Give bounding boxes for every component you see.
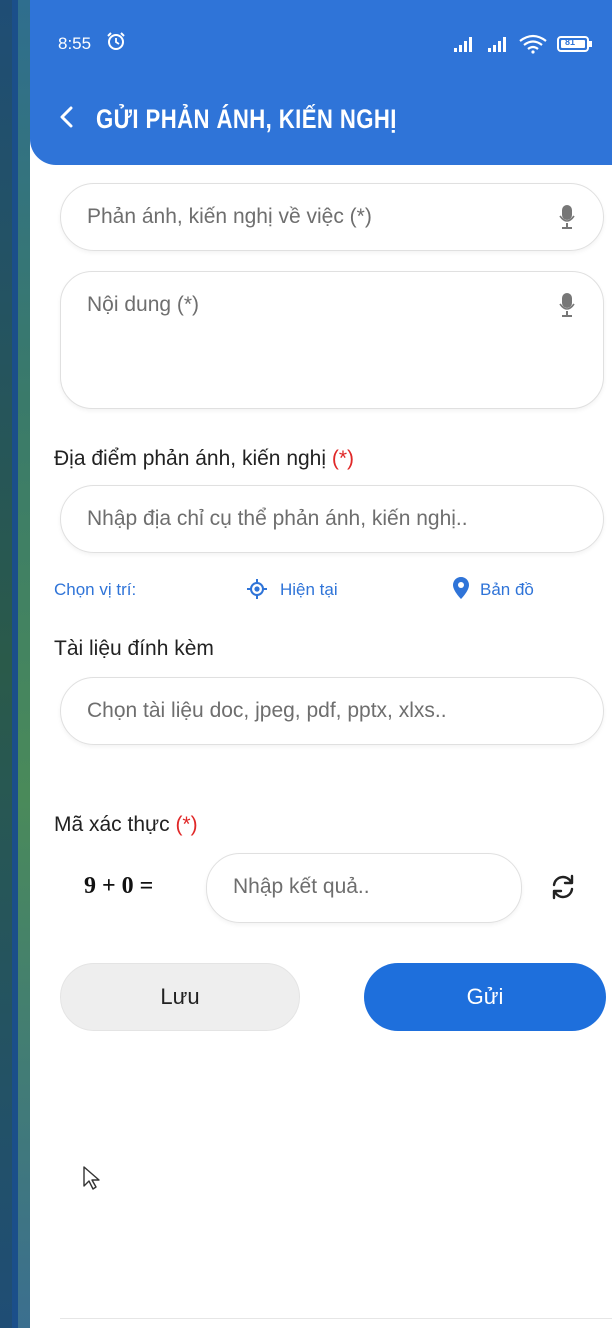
battery-icon <box>557 36 592 52</box>
location-placeholder: Nhập địa chỉ cụ thể phản ánh, kiến nghị.… <box>87 507 468 530</box>
microphone-icon[interactable] <box>559 292 575 318</box>
map-button[interactable]: Bản đồ <box>480 580 534 600</box>
attachment-field[interactable]: Chọn tài liệu doc, jpeg, pdf, pptx, xlxs… <box>60 677 604 745</box>
signal-icon-1 <box>454 37 472 52</box>
save-button[interactable]: Lưu <box>60 963 300 1031</box>
wifi-icon <box>519 34 547 50</box>
background-app-strip-inner <box>0 0 12 1328</box>
content-textarea[interactable]: Nội dung (*) <box>60 271 604 409</box>
attachment-label: Tài liệu đính kèm <box>54 637 214 660</box>
crosshair-icon[interactable] <box>246 578 268 600</box>
bottom-divider <box>60 1318 612 1319</box>
subject-placeholder: Phản ánh, kiến nghị về việc (*) <box>87 205 372 228</box>
location-address-field[interactable]: Nhập địa chỉ cụ thể phản ánh, kiến nghị.… <box>60 485 604 553</box>
captcha-label: Mã xác thực (*) <box>54 813 198 837</box>
page-title: GỬI PHẢN ÁNH, KIẾN NGHỊ <box>96 104 397 134</box>
content-placeholder: Nội dung (*) <box>87 293 200 316</box>
attachment-placeholder: Chọn tài liệu doc, jpeg, pdf, pptx, xlxs… <box>87 699 447 722</box>
status-time: 8:55 <box>58 34 92 53</box>
background-app-strip-edge <box>12 0 18 1328</box>
captcha-placeholder: Nhập kết quả.. <box>233 875 370 898</box>
back-chevron-icon[interactable] <box>54 102 80 132</box>
current-location-button[interactable]: Hiện tại <box>280 580 338 600</box>
location-label: Địa điểm phản ánh, kiến nghị (*) <box>54 447 354 471</box>
choose-location-row: Chọn vị trí: Hiện tại Bản đồ <box>54 576 594 604</box>
status-icons <box>454 34 592 54</box>
app-header: 8:55 81 GỬI PHẢN ÁNH, KIẾN NGHỊ <box>30 0 612 165</box>
mouse-pointer-icon <box>83 1166 100 1190</box>
send-button[interactable]: Gửi <box>364 963 606 1031</box>
signal-icon-2 <box>488 37 506 52</box>
captcha-label-text: Mã xác thực <box>54 813 170 836</box>
location-label-text: Địa điểm phản ánh, kiến nghị <box>54 447 327 470</box>
subject-field[interactable]: Phản ánh, kiến nghị về việc (*) <box>60 183 604 251</box>
battery-level: 81 <box>564 37 575 47</box>
choose-location-label: Chọn vị trí: <box>54 580 137 599</box>
phone-screen: 8:55 81 GỬI PHẢN ÁNH, KIẾN NGHỊ Phản ánh… <box>30 0 612 1328</box>
map-pin-icon[interactable] <box>452 576 470 600</box>
alarm-clock-icon <box>107 32 125 50</box>
microphone-icon[interactable] <box>559 204 575 230</box>
captcha-equation: 9 + 0 = <box>84 873 154 899</box>
required-mark: (*) <box>331 447 355 470</box>
required-mark: (*) <box>175 813 198 836</box>
background-app-strip <box>0 0 30 1328</box>
refresh-icon[interactable] <box>548 872 578 902</box>
captcha-input[interactable]: Nhập kết quả.. <box>206 853 522 923</box>
